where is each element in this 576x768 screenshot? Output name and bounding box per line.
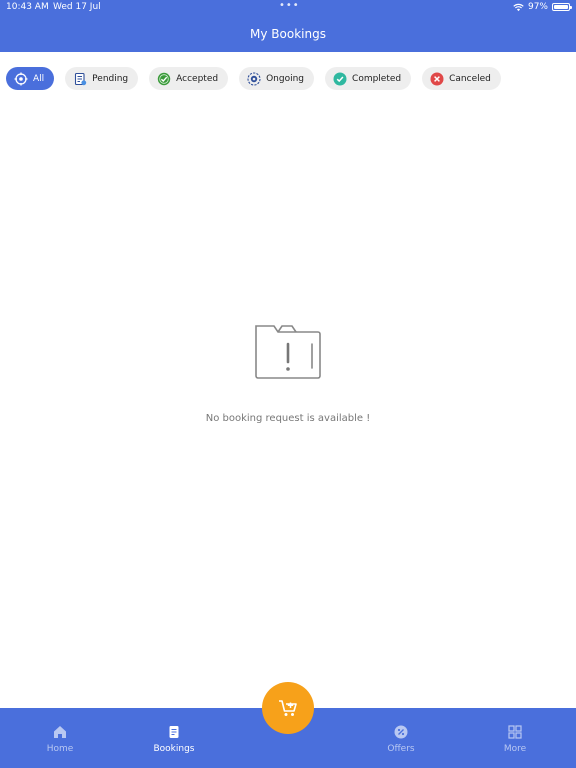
nav-more[interactable]: More: [475, 724, 555, 754]
filter-pending-label: Pending: [92, 73, 129, 84]
nav-bookings-label: Bookings: [153, 744, 195, 754]
multitask-dots[interactable]: •••: [279, 0, 300, 11]
nav-more-label: More: [503, 744, 527, 754]
status-filter-bar: All Pending Accepted Ongoing Completed C…: [6, 67, 501, 90]
filter-canceled[interactable]: Canceled: [422, 67, 501, 90]
page-title: My Bookings: [250, 27, 326, 41]
battery-fill: [554, 5, 568, 9]
filter-completed-label: Completed: [352, 73, 402, 84]
filter-pending[interactable]: Pending: [65, 67, 139, 90]
cart-icon: [279, 700, 297, 716]
nav-offers[interactable]: Offers: [361, 724, 441, 754]
nav-home[interactable]: Home: [20, 724, 100, 754]
battery-icon: [552, 3, 572, 11]
empty-message: No booking request is available !: [205, 413, 371, 424]
empty-state: No booking request is available !: [0, 322, 576, 424]
clipboard-icon: [75, 72, 87, 85]
wifi-icon: [513, 3, 524, 11]
cart-button[interactable]: [262, 682, 314, 734]
filter-ongoing[interactable]: Ongoing: [239, 67, 315, 90]
bookings-icon: [169, 726, 179, 738]
app-header: 10:43 AM Wed 17 Jul ••• 97% My Bookings: [0, 0, 576, 52]
filter-accepted[interactable]: Accepted: [149, 67, 229, 90]
gear-icon: [247, 71, 261, 86]
status-time: 10:43 AM: [6, 2, 49, 12]
filter-all[interactable]: All: [6, 67, 55, 90]
check-circle-icon: [157, 72, 171, 85]
filter-accepted-label: Accepted: [176, 73, 219, 84]
status-date: Wed 17 Jul: [53, 2, 101, 12]
grid-icon: [508, 725, 522, 739]
filter-completed[interactable]: Completed: [325, 67, 412, 90]
nav-bookings[interactable]: Bookings: [134, 724, 214, 754]
check-circle-icon: [333, 72, 347, 85]
nav-home-label: Home: [46, 744, 74, 754]
nav-offers-label: Offers: [387, 744, 415, 754]
filter-all-label: All: [33, 73, 45, 84]
target-icon: [14, 72, 28, 85]
offer-icon: [394, 725, 408, 739]
battery-percent: 97%: [527, 2, 548, 12]
x-circle-icon: [430, 72, 444, 85]
folder-alert-icon: [255, 325, 321, 379]
status-right: 97%: [513, 2, 572, 12]
filter-canceled-label: Canceled: [449, 73, 491, 84]
status-bar: 10:43 AM Wed 17 Jul ••• 97%: [0, 0, 576, 16]
filter-ongoing-label: Ongoing: [266, 73, 305, 84]
home-icon: [54, 726, 66, 738]
